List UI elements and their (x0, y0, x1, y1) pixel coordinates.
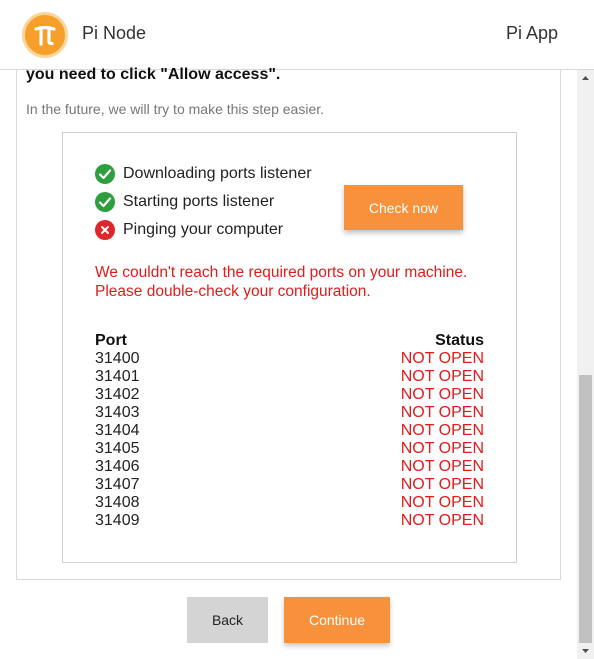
error-line: Please double-check your configuration. (95, 283, 371, 300)
scroll-up-arrow-icon[interactable] (577, 70, 594, 86)
intro-note: In the future, we will try to make this … (26, 101, 325, 117)
scroll-down-arrow-icon[interactable] (577, 643, 594, 659)
port-status: NOT OPEN (400, 422, 484, 439)
port-status: NOT OPEN (400, 476, 484, 493)
table-row: 31403 NOT OPEN (95, 404, 484, 422)
table-row: 31407 NOT OPEN (95, 476, 484, 494)
port-number: 31405 (95, 440, 140, 457)
port-number: 31409 (95, 512, 140, 529)
table-row: 31408 NOT OPEN (95, 494, 484, 512)
table-row: 31400 NOT OPEN (95, 350, 484, 368)
table-row: 31404 NOT OPEN (95, 422, 484, 440)
port-status: NOT OPEN (400, 350, 484, 367)
port-status: NOT OPEN (400, 440, 484, 457)
step-item: Pinging your computer (95, 219, 283, 241)
column-header-status: Status (435, 332, 484, 349)
port-status: NOT OPEN (400, 368, 484, 385)
table-row: 31406 NOT OPEN (95, 458, 484, 476)
step-label: Downloading ports listener (123, 165, 312, 182)
error-message: We couldn't reach the required ports on … (95, 263, 495, 301)
port-status: NOT OPEN (400, 494, 484, 511)
port-number: 31408 (95, 494, 140, 511)
port-status: NOT OPEN (400, 512, 484, 529)
step-item: Downloading ports listener (95, 163, 312, 185)
x-circle-icon (95, 220, 115, 240)
table-row: 31409 NOT OPEN (95, 512, 484, 530)
continue-button[interactable]: Continue (284, 597, 390, 643)
port-number: 31404 (95, 422, 140, 439)
check-circle-icon (95, 164, 115, 184)
check-circle-icon (95, 192, 115, 212)
port-number: 31403 (95, 404, 140, 421)
table-header: Port Status (95, 332, 484, 350)
port-number: 31406 (95, 458, 140, 475)
intro-instruction: you need to click "Allow access". (26, 66, 281, 83)
table-row: 31405 NOT OPEN (95, 440, 484, 458)
scrollbar-thumb[interactable] (579, 375, 592, 643)
content-panel: you need to click "Allow access". In the… (16, 66, 561, 580)
back-button[interactable]: Back (187, 597, 268, 643)
port-number: 31407 (95, 476, 140, 493)
column-header-port: Port (95, 332, 127, 349)
port-status: NOT OPEN (400, 386, 484, 403)
vertical-scrollbar[interactable] (577, 70, 594, 659)
port-status: NOT OPEN (400, 404, 484, 421)
step-item: Starting ports listener (95, 191, 274, 213)
pi-logo-icon (22, 12, 68, 58)
error-line: We couldn't reach the required ports on … (95, 264, 468, 281)
step-label: Starting ports listener (123, 193, 275, 210)
app-title: Pi Node (82, 23, 147, 43)
pi-app-link[interactable]: Pi App (506, 23, 558, 44)
port-number: 31400 (95, 350, 140, 367)
ports-table: Port Status 31400 NOT OPEN 31401 NOT OPEN … (95, 332, 484, 530)
step-label: Pinging your computer (123, 221, 284, 238)
port-number: 31401 (95, 368, 140, 385)
check-now-button[interactable]: Check now (344, 185, 463, 230)
table-row: 31402 NOT OPEN (95, 386, 484, 404)
app-header: Pi Node Pi App (0, 0, 594, 70)
port-check-box: Downloading ports listener Starting port… (62, 132, 517, 563)
port-status: NOT OPEN (400, 458, 484, 475)
port-number: 31402 (95, 386, 140, 403)
table-row: 31401 NOT OPEN (95, 368, 484, 386)
